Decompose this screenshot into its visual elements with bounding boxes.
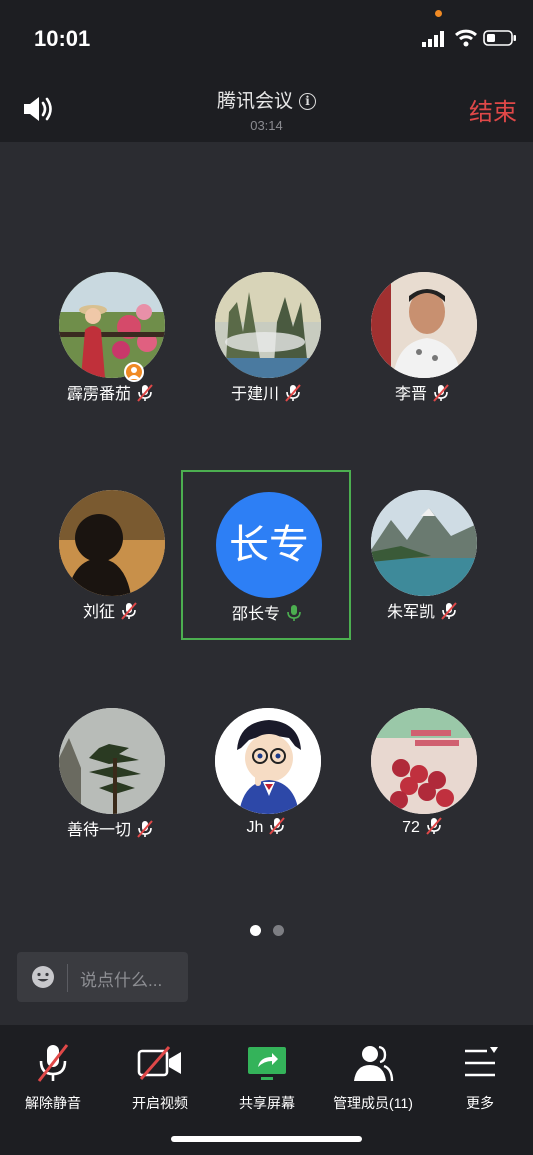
share-screen-icon — [248, 1047, 286, 1080]
participant-name-row: 善待一切 — [26, 816, 196, 840]
participant-name-row: Jh — [182, 816, 352, 837]
more-menu-icon — [465, 1047, 498, 1077]
avatar — [371, 708, 477, 814]
mic-on-icon — [287, 605, 301, 621]
participant-name: 朱军凯 — [386, 604, 435, 621]
wifi-icon — [455, 29, 477, 47]
participant-tile[interactable]: 72 — [338, 708, 508, 858]
cellular-signal-icon — [422, 31, 444, 47]
mic-muted-icon — [37, 1044, 69, 1082]
video-off-icon — [137, 1046, 181, 1080]
host-badge-icon — [124, 362, 144, 382]
start-video-button[interactable]: 开启视频 — [110, 1043, 210, 1113]
participant-name-row: 刘征 — [26, 598, 196, 622]
status-bar: 10:01 — [0, 0, 533, 74]
participant-tile[interactable]: 朱军凯 — [338, 490, 508, 640]
emoji-icon[interactable] — [31, 965, 55, 989]
participant-name-row: 邵长专 — [183, 600, 353, 624]
members-icon — [354, 1045, 394, 1082]
mic-muted-icon — [426, 817, 442, 835]
text-avatar: 长专 — [216, 492, 322, 598]
unmute-button[interactable]: 解除静音 — [3, 1043, 103, 1113]
participant-tile[interactable]: Jh — [182, 708, 352, 858]
chat-divider — [67, 964, 68, 992]
share-screen-button[interactable]: 共享屏幕 — [217, 1043, 317, 1113]
unmute-label: 解除静音 — [25, 1095, 81, 1111]
more-button[interactable]: 更多 — [430, 1043, 530, 1113]
mic-muted-icon — [441, 602, 457, 620]
page-dot-active[interactable] — [249, 925, 261, 936]
participant-name-row: 72 — [338, 816, 508, 837]
participant-name: 霹雳番茄 — [66, 386, 131, 403]
mic-muted-icon — [121, 602, 137, 620]
avatar — [371, 490, 477, 596]
participant-tile[interactable]: 于建川 — [182, 272, 352, 422]
participant-name: Jh — [246, 819, 264, 836]
mic-muted-icon — [137, 820, 153, 838]
status-time: 10:01 — [34, 26, 91, 51]
mic-muted-icon — [137, 384, 153, 402]
participant-name-row: 李晋 — [338, 380, 508, 404]
end-meeting-button[interactable]: 结束 — [469, 92, 517, 127]
participant-tile[interactable]: 刘征 — [26, 490, 196, 640]
participant-name: 邵长专 — [231, 606, 280, 623]
mic-muted-icon — [285, 384, 301, 402]
privacy-indicator-dot — [435, 10, 442, 17]
participant-name: 李晋 — [394, 386, 427, 403]
chat-input[interactable]: 说点什么... — [17, 952, 188, 1002]
avatar — [215, 272, 321, 378]
active-speaker-tile[interactable]: 长专 邵长专 — [181, 470, 351, 640]
avatar — [59, 272, 165, 378]
avatar — [371, 272, 477, 378]
avatar — [59, 708, 165, 814]
chat-placeholder: 说点什么... — [80, 971, 163, 990]
meeting-title-text: 腾讯会议 — [216, 91, 293, 112]
meeting-header: 腾讯会议 i 03:14 结束 — [0, 74, 533, 142]
more-label: 更多 — [466, 1095, 494, 1111]
info-icon[interactable]: i — [299, 93, 316, 110]
meeting-title[interactable]: 腾讯会议 i — [0, 86, 533, 113]
avatar — [59, 490, 165, 596]
page-indicator — [0, 923, 533, 941]
participant-tile[interactable]: 霹雳番茄 — [26, 272, 196, 422]
share-screen-label: 共享屏幕 — [239, 1095, 295, 1111]
avatar — [215, 708, 321, 814]
participant-tile[interactable]: 李晋 — [338, 272, 508, 422]
start-video-label: 开启视频 — [132, 1095, 188, 1111]
manage-members-label: 管理成员(11) — [333, 1095, 413, 1111]
mic-muted-icon — [269, 817, 286, 835]
participant-name-row: 朱军凯 — [338, 598, 508, 622]
participant-name: 72 — [402, 819, 420, 836]
home-indicator[interactable] — [171, 1136, 362, 1142]
participant-name-row: 于建川 — [182, 380, 352, 404]
manage-members-button[interactable]: 管理成员(11) — [323, 1043, 423, 1113]
page-dot[interactable] — [272, 925, 284, 936]
participant-name-row: 霹雳番茄 — [26, 380, 196, 404]
mic-muted-icon — [433, 384, 449, 402]
participant-tile[interactable]: 善待一切 — [26, 708, 196, 858]
participant-name: 刘征 — [82, 604, 115, 621]
battery-icon — [483, 30, 516, 46]
meeting-timer: 03:14 — [250, 118, 283, 133]
participant-name: 善待一切 — [66, 822, 131, 839]
participant-name: 于建川 — [230, 386, 279, 403]
